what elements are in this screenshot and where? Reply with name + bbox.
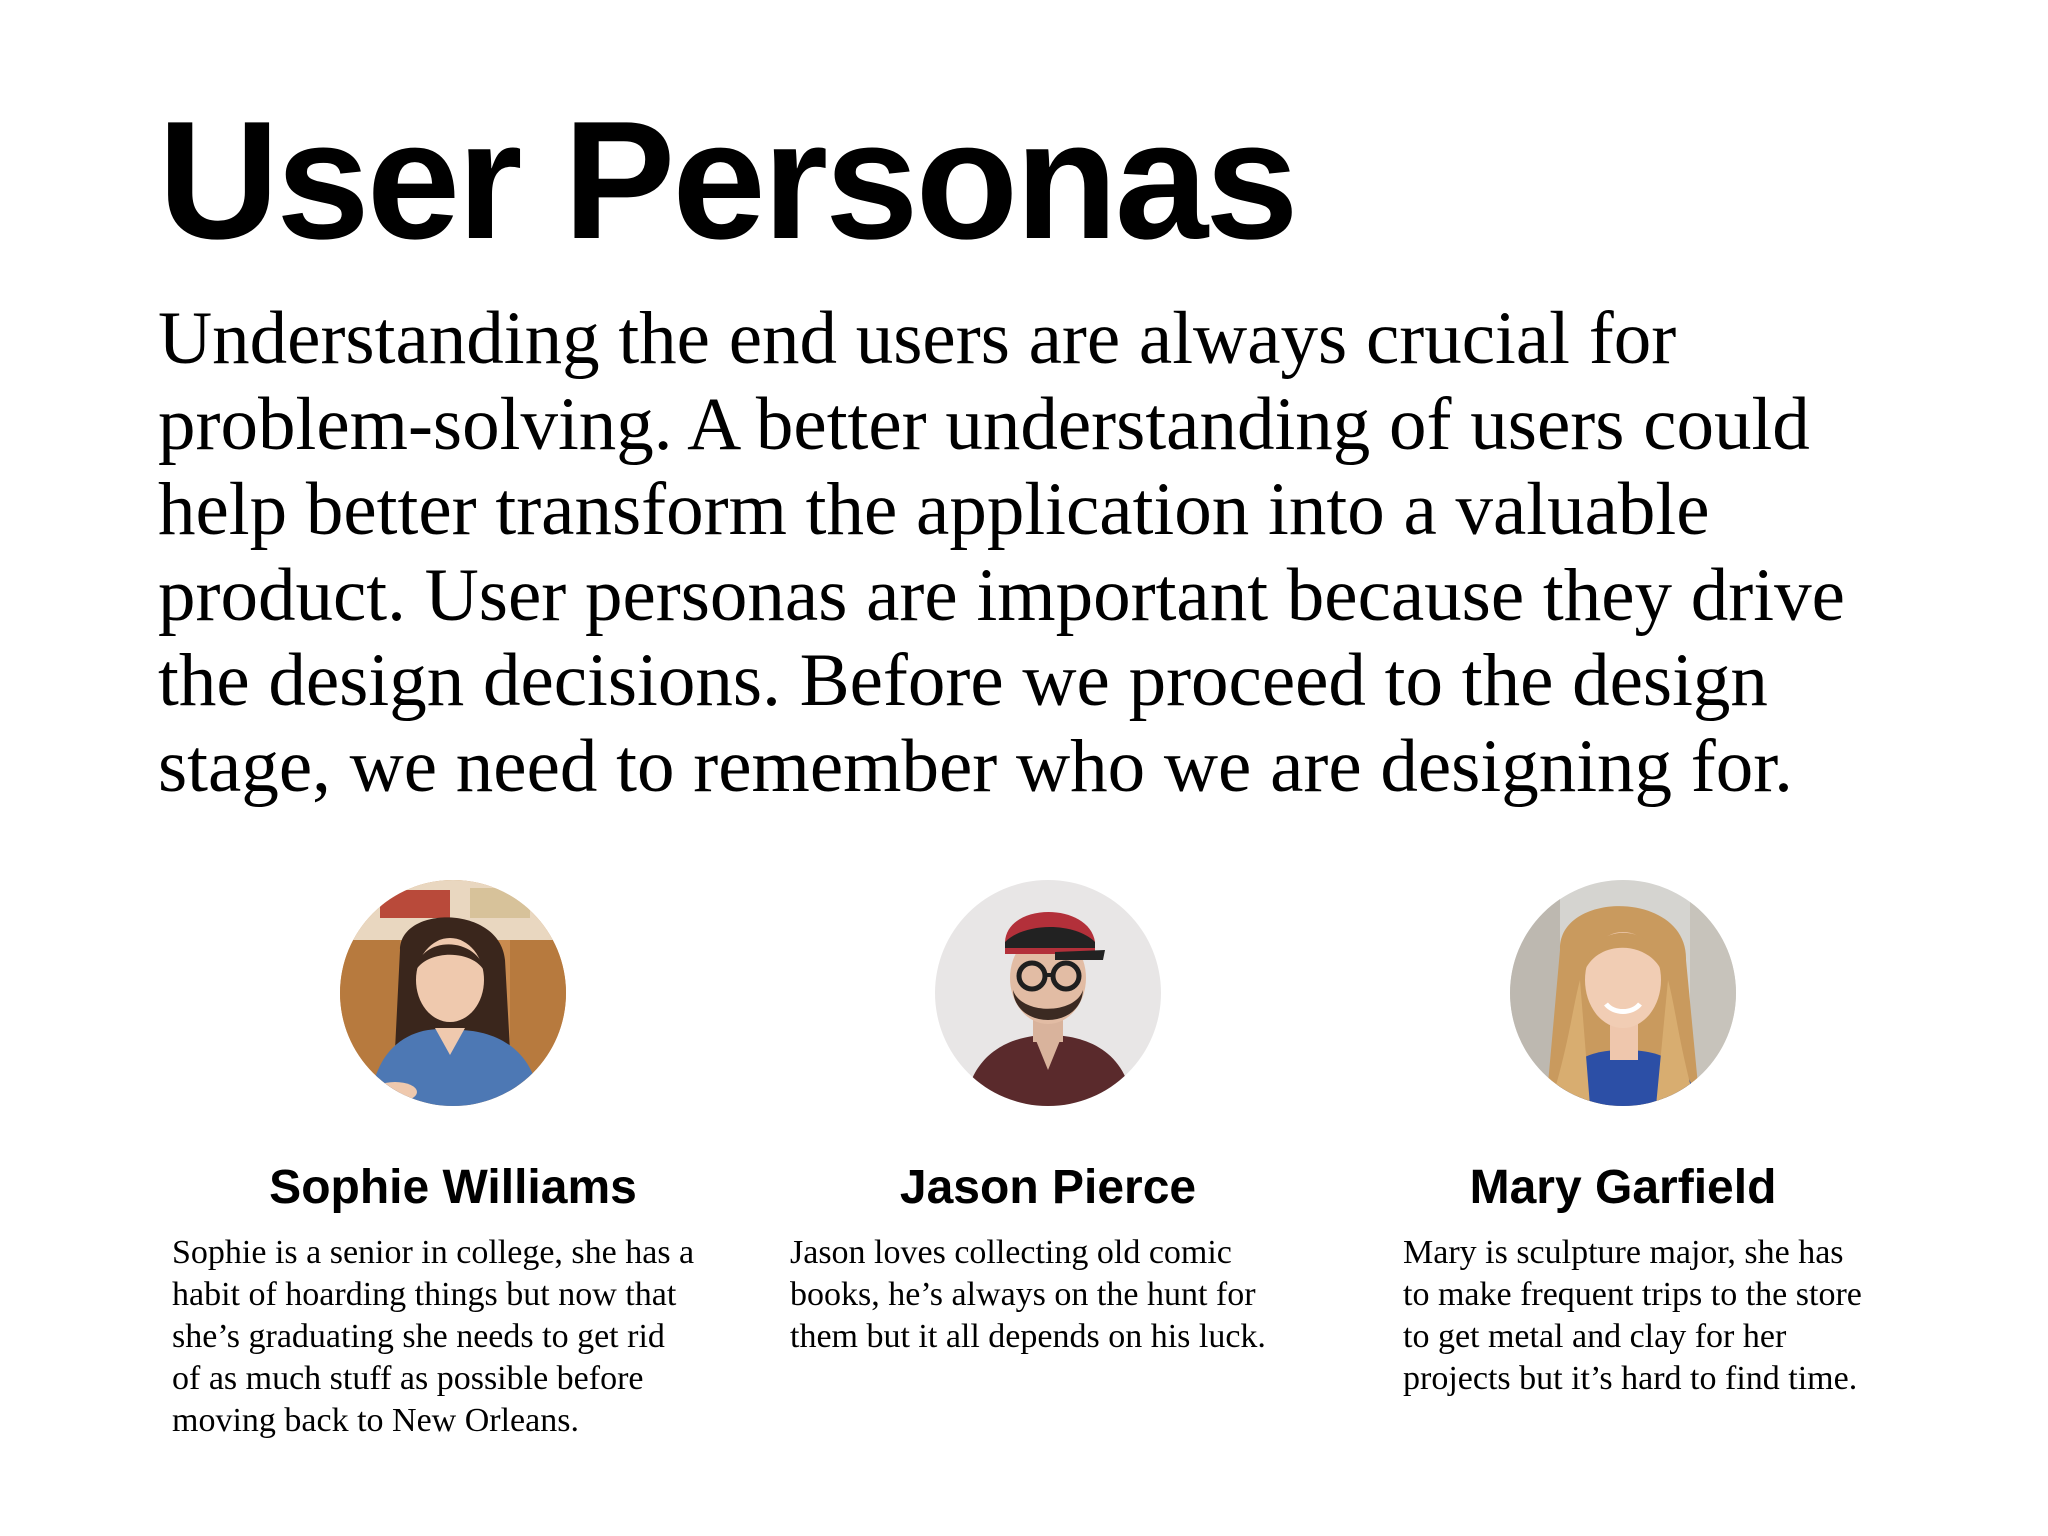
avatar-sophie-williams	[340, 880, 566, 1106]
intro-line: problem-solving. A better understanding …	[158, 382, 1810, 466]
page-title: User Personas	[158, 86, 1299, 274]
bio-line: moving back to New Orleans.	[172, 1402, 579, 1439]
avatar-photo-mary	[1510, 880, 1736, 1106]
bio-line: them but it all depends on his luck.	[790, 1318, 1266, 1355]
persona-name: Mary Garfield	[1469, 1161, 1777, 1214]
bio-line: projects but it’s hard to find time.	[1403, 1360, 1858, 1397]
bio-line: she’s graduating she needs to get rid	[172, 1318, 665, 1355]
bio-line: books, he’s always on the hunt for	[790, 1276, 1256, 1313]
avatar-mary-garfield	[1510, 880, 1736, 1106]
avatar-jason-pierce	[935, 880, 1161, 1106]
bio-line: to make frequent trips to the store	[1403, 1276, 1862, 1313]
intro-paragraph: Understanding the end users are always c…	[158, 296, 2038, 809]
bio-line: Sophie is a senior in college, she has a	[172, 1234, 695, 1271]
bio-line: habit of hoarding things but now that	[172, 1276, 677, 1313]
avatar-photo-sophie	[340, 880, 566, 1106]
persona-bio: Sophie is a senior in college, she has a…	[172, 1232, 694, 1442]
intro-line: stage, we need to remember who we are de…	[158, 724, 1793, 808]
slide: User Personas Understanding the end user…	[0, 0, 2048, 1536]
bio-line: to get metal and clay for her	[1403, 1318, 1787, 1355]
avatar-photo-jason	[935, 880, 1161, 1106]
persona-name: Jason Pierce	[899, 1161, 1197, 1214]
intro-line: the design decisions. Before we proceed …	[158, 639, 1768, 722]
intro-line: Understanding the end users are always c…	[158, 297, 1677, 380]
persona-bio: Mary is sculpture major, she has to make…	[1403, 1232, 1862, 1400]
bio-line: Jason loves collecting old comic	[790, 1234, 1232, 1271]
bio-line: Mary is sculpture major, she has	[1403, 1234, 1844, 1271]
persona-bio: Jason loves collecting old comic books, …	[790, 1232, 1266, 1358]
intro-line: product. User personas are important bec…	[158, 553, 1845, 637]
bio-line: of as much stuff as possible before	[172, 1360, 644, 1397]
intro-line: help better transform the application in…	[158, 468, 1710, 551]
persona-name: Sophie Williams	[269, 1161, 637, 1214]
